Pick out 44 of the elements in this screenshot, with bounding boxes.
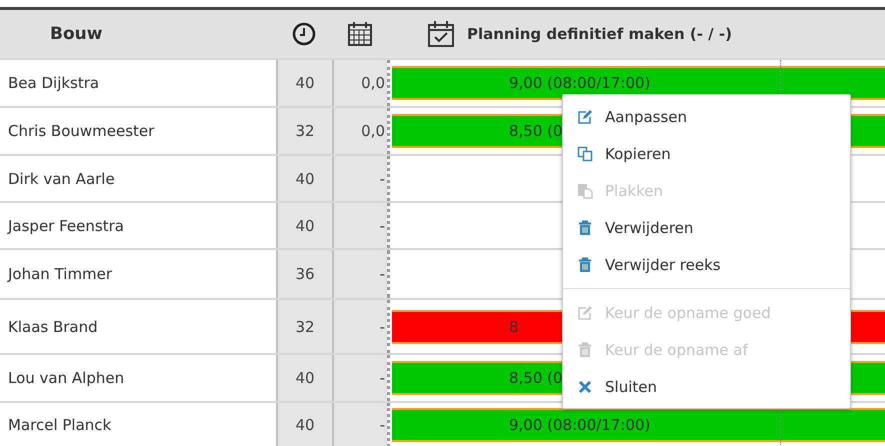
hours-cell: 32 — [276, 108, 332, 154]
table-cell: - — [332, 156, 387, 201]
menu-item[interactable]: Kopieren — [563, 135, 850, 172]
menu-item[interactable]: Aanpassen — [563, 98, 850, 135]
hours-cell: 40 — [276, 156, 332, 201]
hours-cell: 40 — [276, 203, 332, 248]
planning-title: Planning definitief maken (- / -) — [467, 25, 732, 43]
employee-name: Bea Dijkstra — [7, 73, 100, 94]
table-cell: - — [332, 300, 387, 353]
table-cell: - — [332, 250, 387, 298]
edit-icon — [577, 108, 593, 124]
employee-name: Jasper Feenstra — [6, 216, 125, 236]
calendar-icon — [346, 21, 372, 47]
clock-icon — [292, 22, 316, 46]
column-title: Bouw — [49, 24, 102, 44]
menu-item[interactable]: Verwijderen — [563, 209, 850, 246]
table-cell: 0,0 — [332, 60, 387, 106]
table-cell: - — [332, 403, 387, 446]
table-cell: - — [332, 355, 387, 401]
employee-name: Marcel Planck — [7, 415, 112, 436]
copy-icon — [577, 146, 593, 162]
table-cell: - — [332, 203, 387, 248]
menu-item[interactable]: Verwijder reeks — [563, 246, 850, 283]
edit-icon — [577, 304, 593, 320]
employee-name: Johan Timmer — [6, 264, 114, 285]
trash-icon — [577, 342, 593, 358]
trash-icon — [577, 256, 593, 272]
hours-cell: 40 — [276, 60, 332, 106]
trash-icon — [577, 220, 593, 236]
employee-name: Dirk van Aarle — [7, 168, 116, 190]
table-cell: 0,0 — [332, 108, 387, 154]
close-icon — [577, 378, 593, 394]
hours-cell: 40 — [276, 403, 332, 446]
menu-item[interactable]: Sluiten — [563, 368, 850, 405]
calendar-check-icon — [427, 20, 455, 48]
hours-cell: 36 — [276, 250, 332, 298]
hours-cell: 32 — [276, 300, 332, 353]
planning-bar[interactable]: 9,00 (08:00/17:00) — [392, 66, 885, 100]
planning-bar[interactable]: 9,00 (08:00/17:00) — [392, 408, 885, 442]
hours-cell: 40 — [276, 355, 332, 401]
employee-name: Klaas Brand — [7, 316, 99, 338]
employee-name: Lou van Alphen — [7, 368, 126, 389]
employee-name: Chris Bouwmeester — [7, 121, 156, 142]
paste-icon — [577, 182, 593, 198]
